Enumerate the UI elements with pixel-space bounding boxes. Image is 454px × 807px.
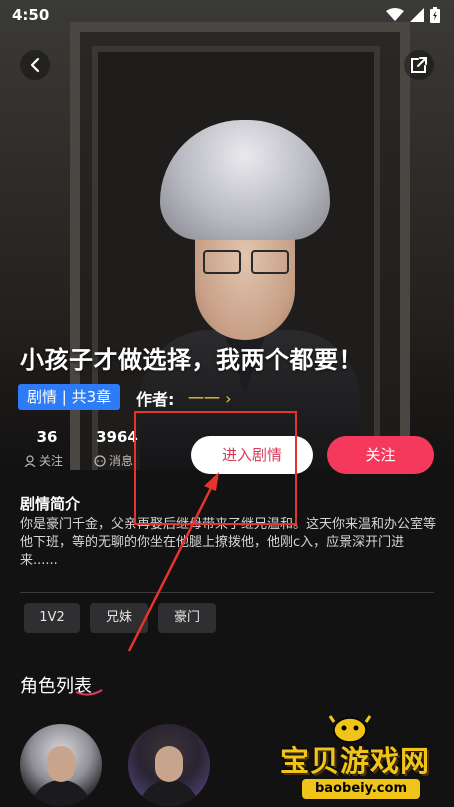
- wifi-icon: [386, 8, 404, 21]
- author-label: 作者:: [136, 390, 175, 409]
- message-icon: [94, 454, 106, 467]
- chevron-left-icon: [30, 57, 40, 73]
- back-button[interactable]: [20, 50, 50, 80]
- status-time: 4:50: [12, 6, 50, 24]
- share-icon: [411, 57, 427, 73]
- annotation-highlight-box: [134, 411, 297, 525]
- title-underline-decoration: [75, 689, 103, 696]
- story-title: 小孩子才做选择，我两个都要！: [20, 346, 363, 374]
- user-icon: [24, 454, 36, 467]
- tag-chip[interactable]: 1V2: [24, 603, 80, 633]
- messages-label: 消息: [109, 454, 134, 468]
- watermark-text: 宝贝游戏网: [280, 744, 431, 778]
- followers-label: 关注: [39, 454, 64, 468]
- follow-button[interactable]: 关注: [327, 436, 434, 474]
- synopsis-title: 剧情简介: [20, 495, 81, 513]
- followers-stat: 36 关注: [24, 428, 70, 469]
- divider: [20, 592, 434, 593]
- signal-icon: [410, 8, 424, 22]
- watermark-url: baobeiy.com: [302, 779, 420, 799]
- tag-chip[interactable]: 兄妹: [90, 603, 148, 633]
- tag-chip[interactable]: 豪门: [158, 603, 216, 633]
- chapter-tag: 剧情 | 共3章: [18, 384, 121, 410]
- character-avatar[interactable]: [128, 724, 210, 806]
- character-avatar[interactable]: [20, 724, 102, 806]
- battery-icon: [430, 7, 440, 23]
- followers-count: 36: [36, 428, 58, 446]
- share-button[interactable]: [404, 50, 434, 80]
- author-link[interactable]: 一一 ›: [188, 385, 232, 409]
- status-bar: 4:50: [0, 0, 454, 30]
